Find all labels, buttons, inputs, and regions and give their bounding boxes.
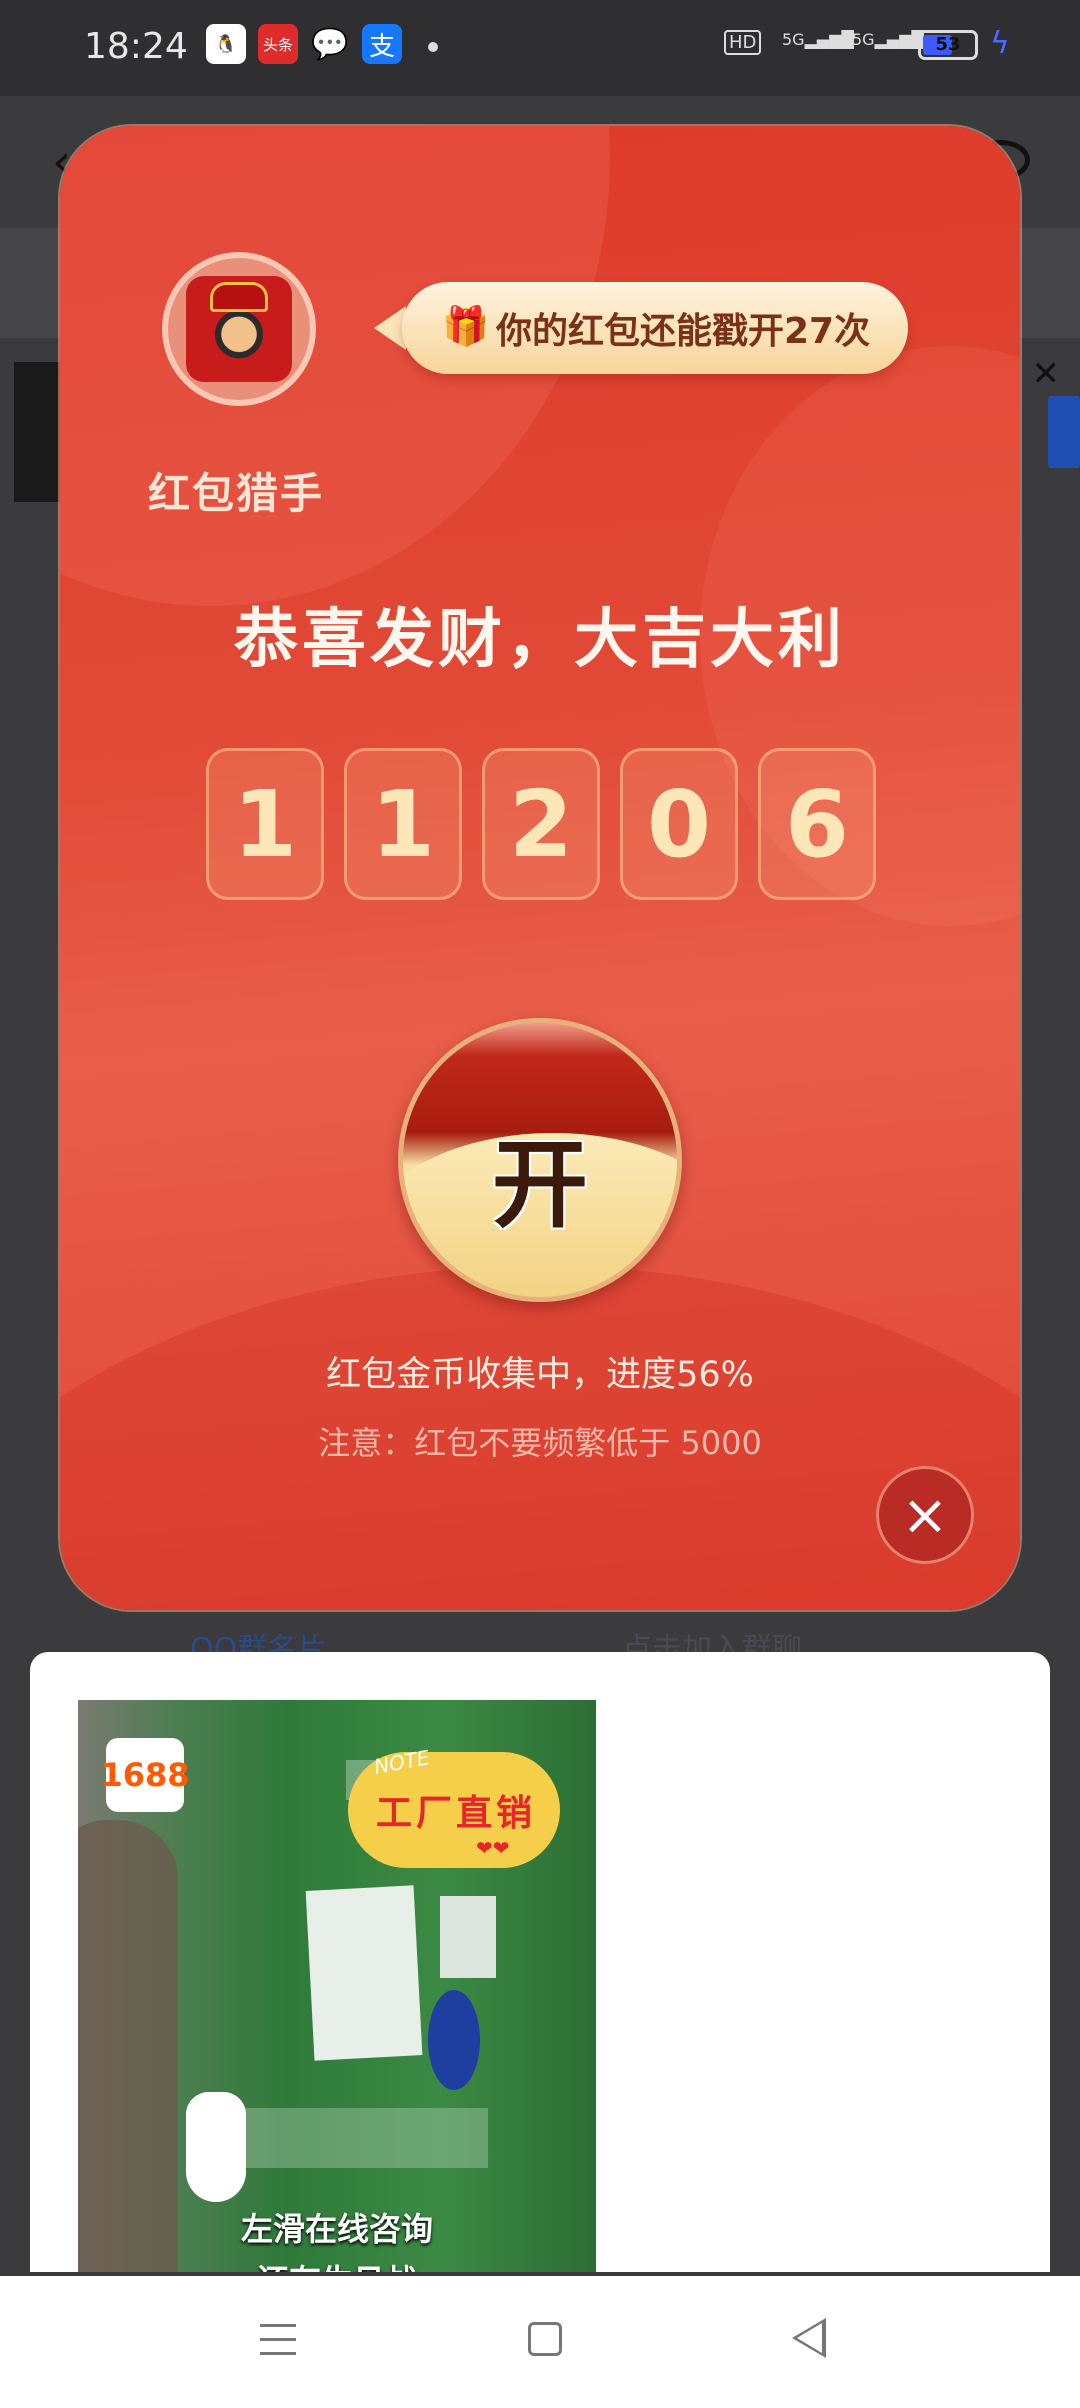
toutiao-icon: 头条 [258, 24, 298, 64]
swipe-hint-bar [238, 2108, 488, 2168]
navigation-bar [0, 2276, 1080, 2408]
close-button[interactable]: × [876, 1466, 974, 1564]
notification-dot [428, 42, 438, 52]
progress-text: 红包金币收集中，进度56% [326, 1355, 754, 1395]
digit-box: 0 [620, 748, 738, 900]
ad-badge-shape [428, 1990, 480, 2090]
blessing-headline: 恭喜发财，大吉大利 [234, 603, 846, 677]
brand-logo: 1688 [100, 1738, 190, 1812]
digit-box: 6 [758, 748, 876, 900]
notice-text: 注意：红包不要频繁低于 5000 [318, 1424, 762, 1462]
red-packet-dialog: 红包猎手 🎁 你的红包还能戳开27次 恭喜发财，大吉大利 1 1 2 0 6 开… [60, 126, 1020, 1610]
back-icon-inner [797, 2323, 822, 2353]
alipay-icon: 支 [362, 24, 402, 64]
ad-sheet: 1688 NOTE 工厂直销 ❤❤ 左滑在线咨询 还有生见战 [30, 1652, 1050, 2272]
avatar [168, 258, 310, 400]
tip-text: 你的红包还能戳开27次 [496, 311, 871, 352]
wechat-icon: 💬 [311, 26, 349, 62]
charging-icon: ϟ [990, 26, 1010, 61]
ad-slogan: 工厂直销 [376, 1793, 537, 1834]
ad-sign-shape [440, 1896, 496, 1978]
hand-pointer-icon [186, 2092, 246, 2202]
god-of-wealth-image [186, 276, 292, 382]
digit-box: 1 [206, 748, 324, 900]
amount-digits: 1 1 2 0 6 [206, 748, 876, 904]
qq-icon: 🐧 [206, 24, 246, 64]
signal-icon: 5G▂▄▆█ [782, 30, 854, 49]
open-button-label: 开 [492, 1129, 588, 1241]
background-button[interactable] [1048, 396, 1080, 468]
clock: 18:24 [84, 26, 188, 67]
home-icon[interactable] [528, 2322, 562, 2356]
digit-box: 2 [482, 748, 600, 900]
ad-caption-2: 还有生见战 [78, 2256, 596, 2272]
status-bar: 18:24 🐧 头条 💬 支 HD 5G▂▄▆█ 5G▂▄▆█ 53 ϟ [0, 0, 1080, 96]
heart-icon: ❤❤ [476, 1836, 510, 1860]
sender-name: 红包猎手 [148, 469, 325, 518]
hd-icon: HD [724, 30, 762, 55]
hat-shape [210, 282, 268, 312]
battery-icon: 53 [918, 30, 978, 60]
menu-icon[interactable] [260, 2324, 296, 2360]
ad-caption: 左滑在线咨询 [240, 2210, 433, 2248]
ad-video[interactable]: 1688 NOTE 工厂直销 ❤❤ 左滑在线咨询 还有生见战 [78, 1700, 596, 2272]
gift-icon: 🎁 [442, 304, 490, 348]
digit-box: 1 [344, 748, 462, 900]
close-icon: × [901, 1482, 949, 1548]
open-button[interactable]: 开 [398, 1018, 682, 1302]
background-close-icon[interactable]: ✕ [1032, 354, 1061, 394]
battery-level: 53 [935, 34, 961, 55]
ad-paper-shape [305, 1885, 423, 2061]
signal-icon-2: 5G▂▄▆█ [852, 30, 924, 49]
